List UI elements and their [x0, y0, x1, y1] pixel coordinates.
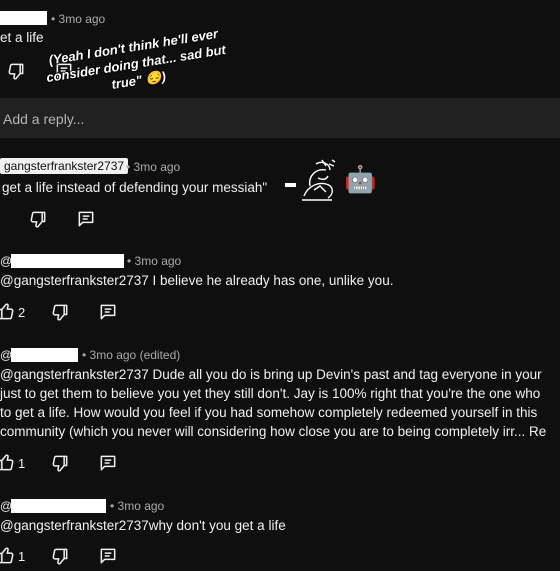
dash-mark: [285, 183, 296, 187]
comment-timestamp: • 3mo ago: [51, 12, 106, 26]
redacted-username: [11, 254, 124, 268]
comment-timestamp: • 3mo ago (edited): [82, 348, 181, 362]
scribble-sticker-icon: [296, 156, 346, 202]
redacted-username: [0, 11, 47, 25]
comment-line: community (which you never will consider…: [0, 424, 547, 439]
like-icon[interactable]: [0, 453, 16, 473]
comment-text: et a life: [0, 30, 44, 45]
dislike-icon[interactable]: [28, 209, 48, 229]
reply-input[interactable]: Add a reply...: [3, 111, 84, 127]
comment-line: just to get them to believe you yet they…: [0, 386, 541, 401]
dislike-icon[interactable]: [50, 546, 70, 566]
comment-text: get a life instead of defending your mes…: [2, 180, 268, 195]
redacted-username: [11, 348, 78, 362]
reply-icon[interactable]: [98, 453, 118, 473]
dislike-icon[interactable]: [50, 302, 70, 322]
comment-timestamp: • 3mo ago: [110, 499, 165, 513]
author-handle[interactable]: gangsterfrankster2737: [0, 158, 129, 174]
comment-line: @gangsterfrankster2737 Dude all you do i…: [0, 367, 542, 382]
comment-timestamp: • 3mo ago: [126, 160, 181, 174]
comment-text: @gangsterfrankster2737 Dude all you do i…: [0, 365, 560, 445]
robot-emoji: 🤖: [344, 164, 377, 194]
comment-line: to get a life. How would you feel if you…: [0, 405, 538, 420]
dislike-icon[interactable]: [50, 453, 70, 473]
like-count: 1: [18, 456, 26, 471]
like-icon[interactable]: [0, 546, 16, 566]
redacted-username: [11, 499, 106, 513]
reply-icon[interactable]: [98, 302, 118, 322]
reply-icon[interactable]: [98, 546, 118, 566]
comment-text: @gangsterfrankster2737why don't you get …: [0, 518, 286, 533]
like-icon[interactable]: [0, 302, 16, 322]
dislike-icon[interactable]: [6, 61, 26, 81]
comment-timestamp: • 3mo ago: [127, 254, 182, 268]
comment-text: @gangsterfrankster2737 I believe he alre…: [0, 273, 394, 288]
reply-icon[interactable]: [76, 209, 96, 229]
like-count: 2: [18, 305, 26, 320]
like-count: 1: [18, 549, 26, 564]
overlay-caption: (Yeah I don't think he'll ever consider …: [45, 25, 227, 92]
